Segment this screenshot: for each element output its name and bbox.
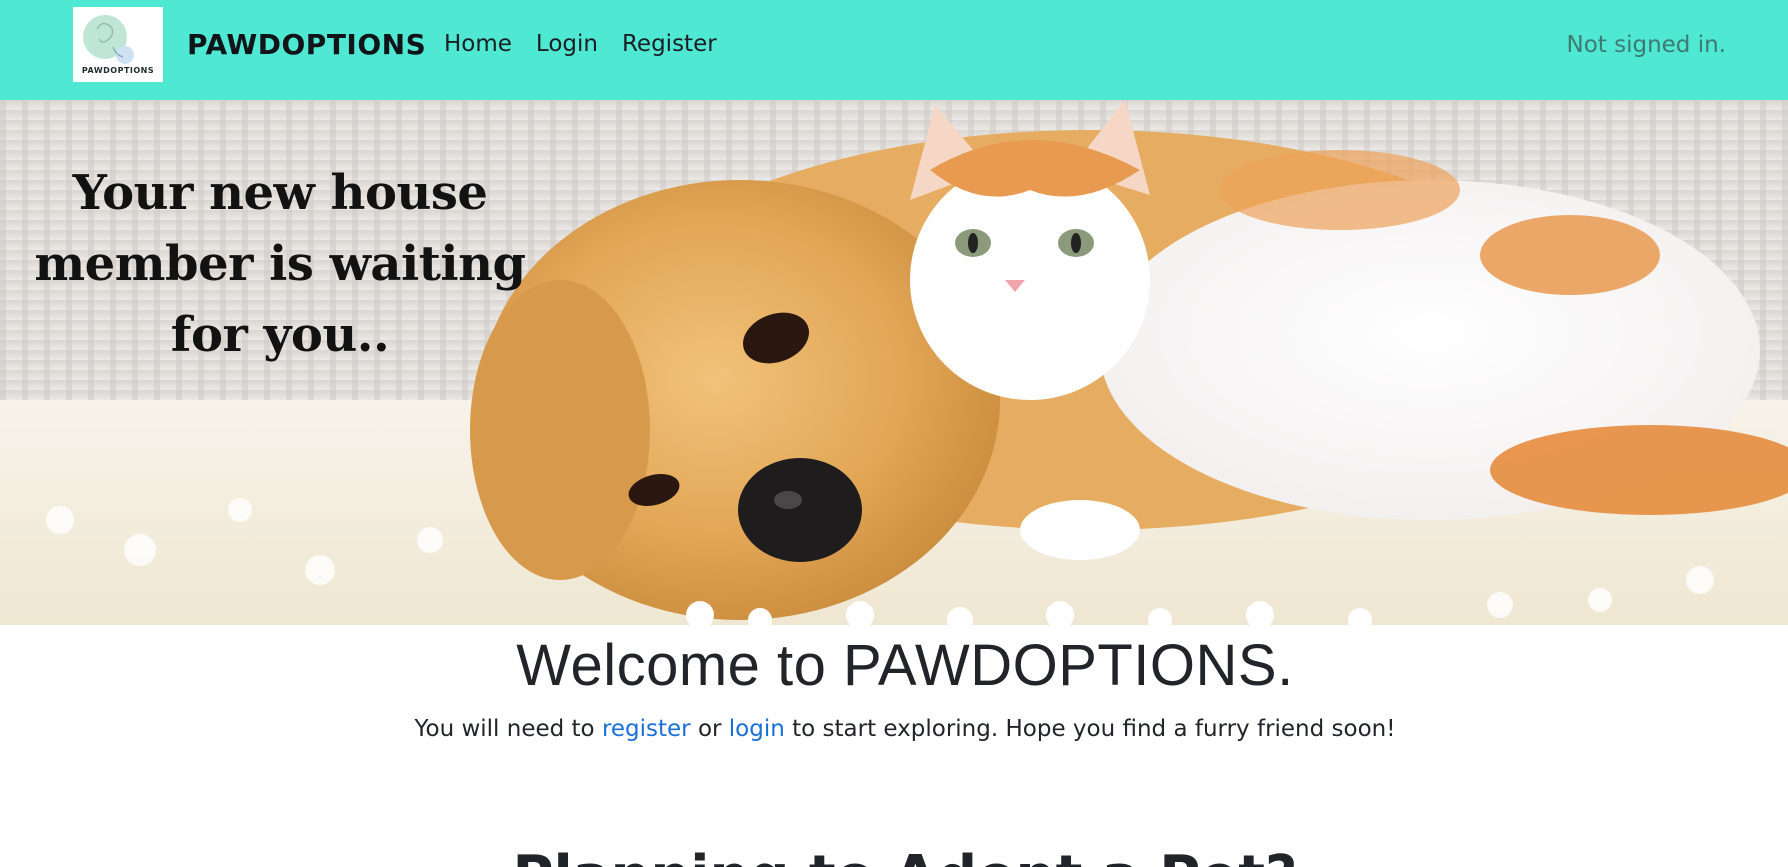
nav-link-register[interactable]: Register	[622, 31, 717, 57]
brand-name[interactable]: PAWDOPTIONS	[187, 28, 426, 61]
adopt-section-heading: Planning to Adopt a Pet?	[0, 844, 1788, 867]
intro-text-before: You will need to	[414, 716, 602, 742]
hero-caption-line: Your new house	[72, 165, 488, 221]
nav-links: Home Login Register	[444, 31, 741, 57]
nav-link-login[interactable]: Login	[536, 31, 598, 57]
top-navbar: PAWDOPTIONS PAWDOPTIONS Home Login Regis…	[0, 0, 1788, 100]
login-link[interactable]: login	[729, 716, 785, 742]
hero-caption: Your new house member is waiting for you…	[30, 158, 530, 371]
sign-in-status: Not signed in.	[1566, 32, 1727, 58]
welcome-intro: You will need to register or login to st…	[0, 716, 1788, 742]
logo-text: PAWDOPTIONS	[81, 66, 155, 75]
hero-caption-line: for you..	[170, 307, 390, 363]
intro-text-after: to start exploring. Hope you find a furr…	[784, 716, 1396, 742]
intro-text-middle: or	[690, 716, 729, 742]
register-link[interactable]: register	[602, 716, 691, 742]
hero-banner: Your new house member is waiting for you…	[0, 100, 1788, 625]
welcome-title: Welcome to PAWDOPTIONS.	[516, 633, 1294, 698]
nav-link-home[interactable]: Home	[444, 31, 512, 57]
hero-caption-line: member is waiting	[34, 236, 526, 292]
brand-logo[interactable]: PAWDOPTIONS	[73, 7, 163, 82]
